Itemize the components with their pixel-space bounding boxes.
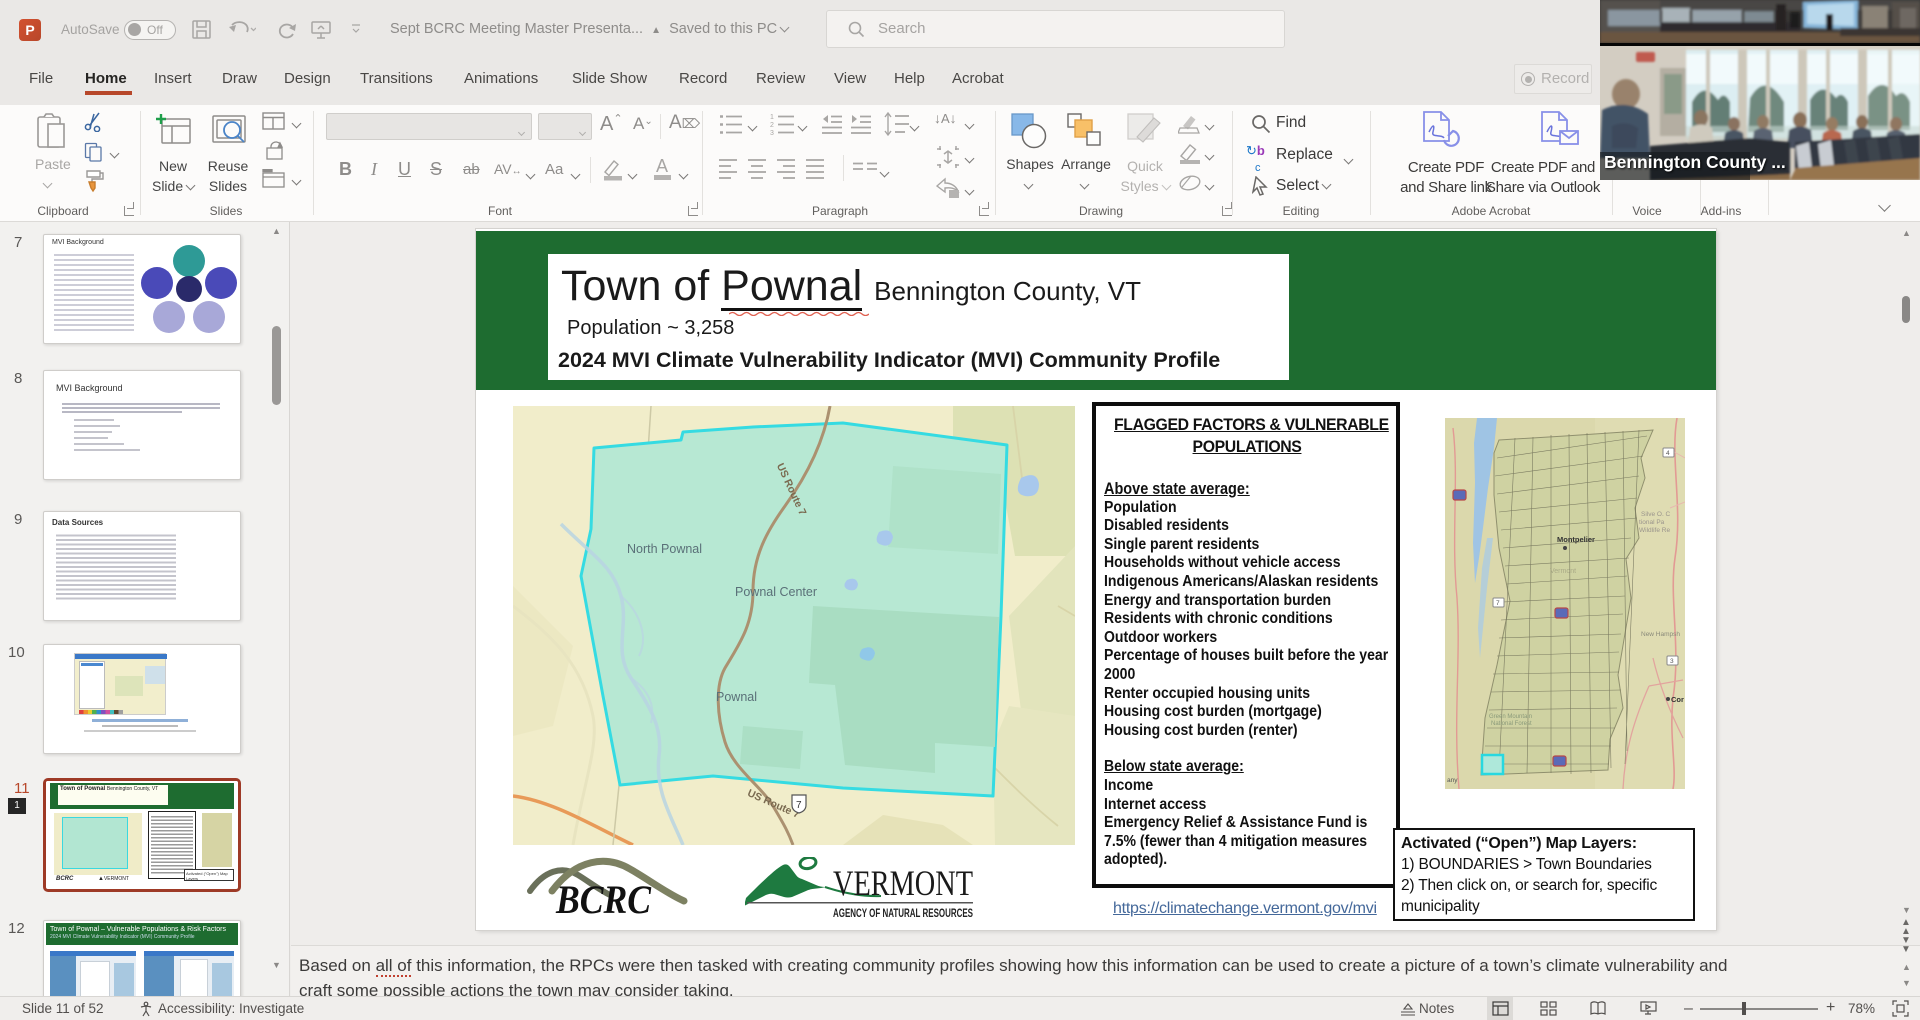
svg-text:3: 3 [1670, 658, 1674, 665]
svg-text:Green Mountain: Green Mountain [1489, 714, 1532, 720]
svg-text:New Hampsh: New Hampsh [1641, 631, 1680, 638]
svg-text:AGENCY OF NATURAL RESOURCES: AGENCY OF NATURAL RESOURCES [833, 906, 973, 919]
svg-text:Pownal: Pownal [716, 690, 757, 704]
svg-text:Wildlife Re: Wildlife Re [1639, 527, 1670, 534]
svg-text:BCRC: BCRC [555, 877, 652, 917]
svg-text:Pownal Center: Pownal Center [735, 585, 817, 599]
svg-text:1: 1 [770, 114, 774, 121]
svg-text:2: 2 [770, 122, 774, 129]
svg-text:Silve O. C: Silve O. C [1641, 511, 1671, 518]
svg-text:Montpelier: Montpelier [1557, 535, 1595, 544]
svg-text:7: 7 [796, 800, 802, 811]
svg-text:Vermont: Vermont [1550, 568, 1576, 575]
svg-text:North Pownal: North Pownal [627, 542, 702, 556]
svg-text:4: 4 [1666, 450, 1670, 457]
svg-text:National Forest: National Forest [1491, 721, 1532, 727]
svg-text:Cor: Cor [1671, 695, 1684, 704]
svg-text:3: 3 [770, 130, 774, 135]
svg-text:tional Pa: tional Pa [1639, 519, 1665, 526]
svg-text:VERMONT: VERMONT [833, 863, 973, 903]
svg-text:any: any [1447, 777, 1458, 784]
svg-text:7: 7 [1496, 600, 1500, 607]
